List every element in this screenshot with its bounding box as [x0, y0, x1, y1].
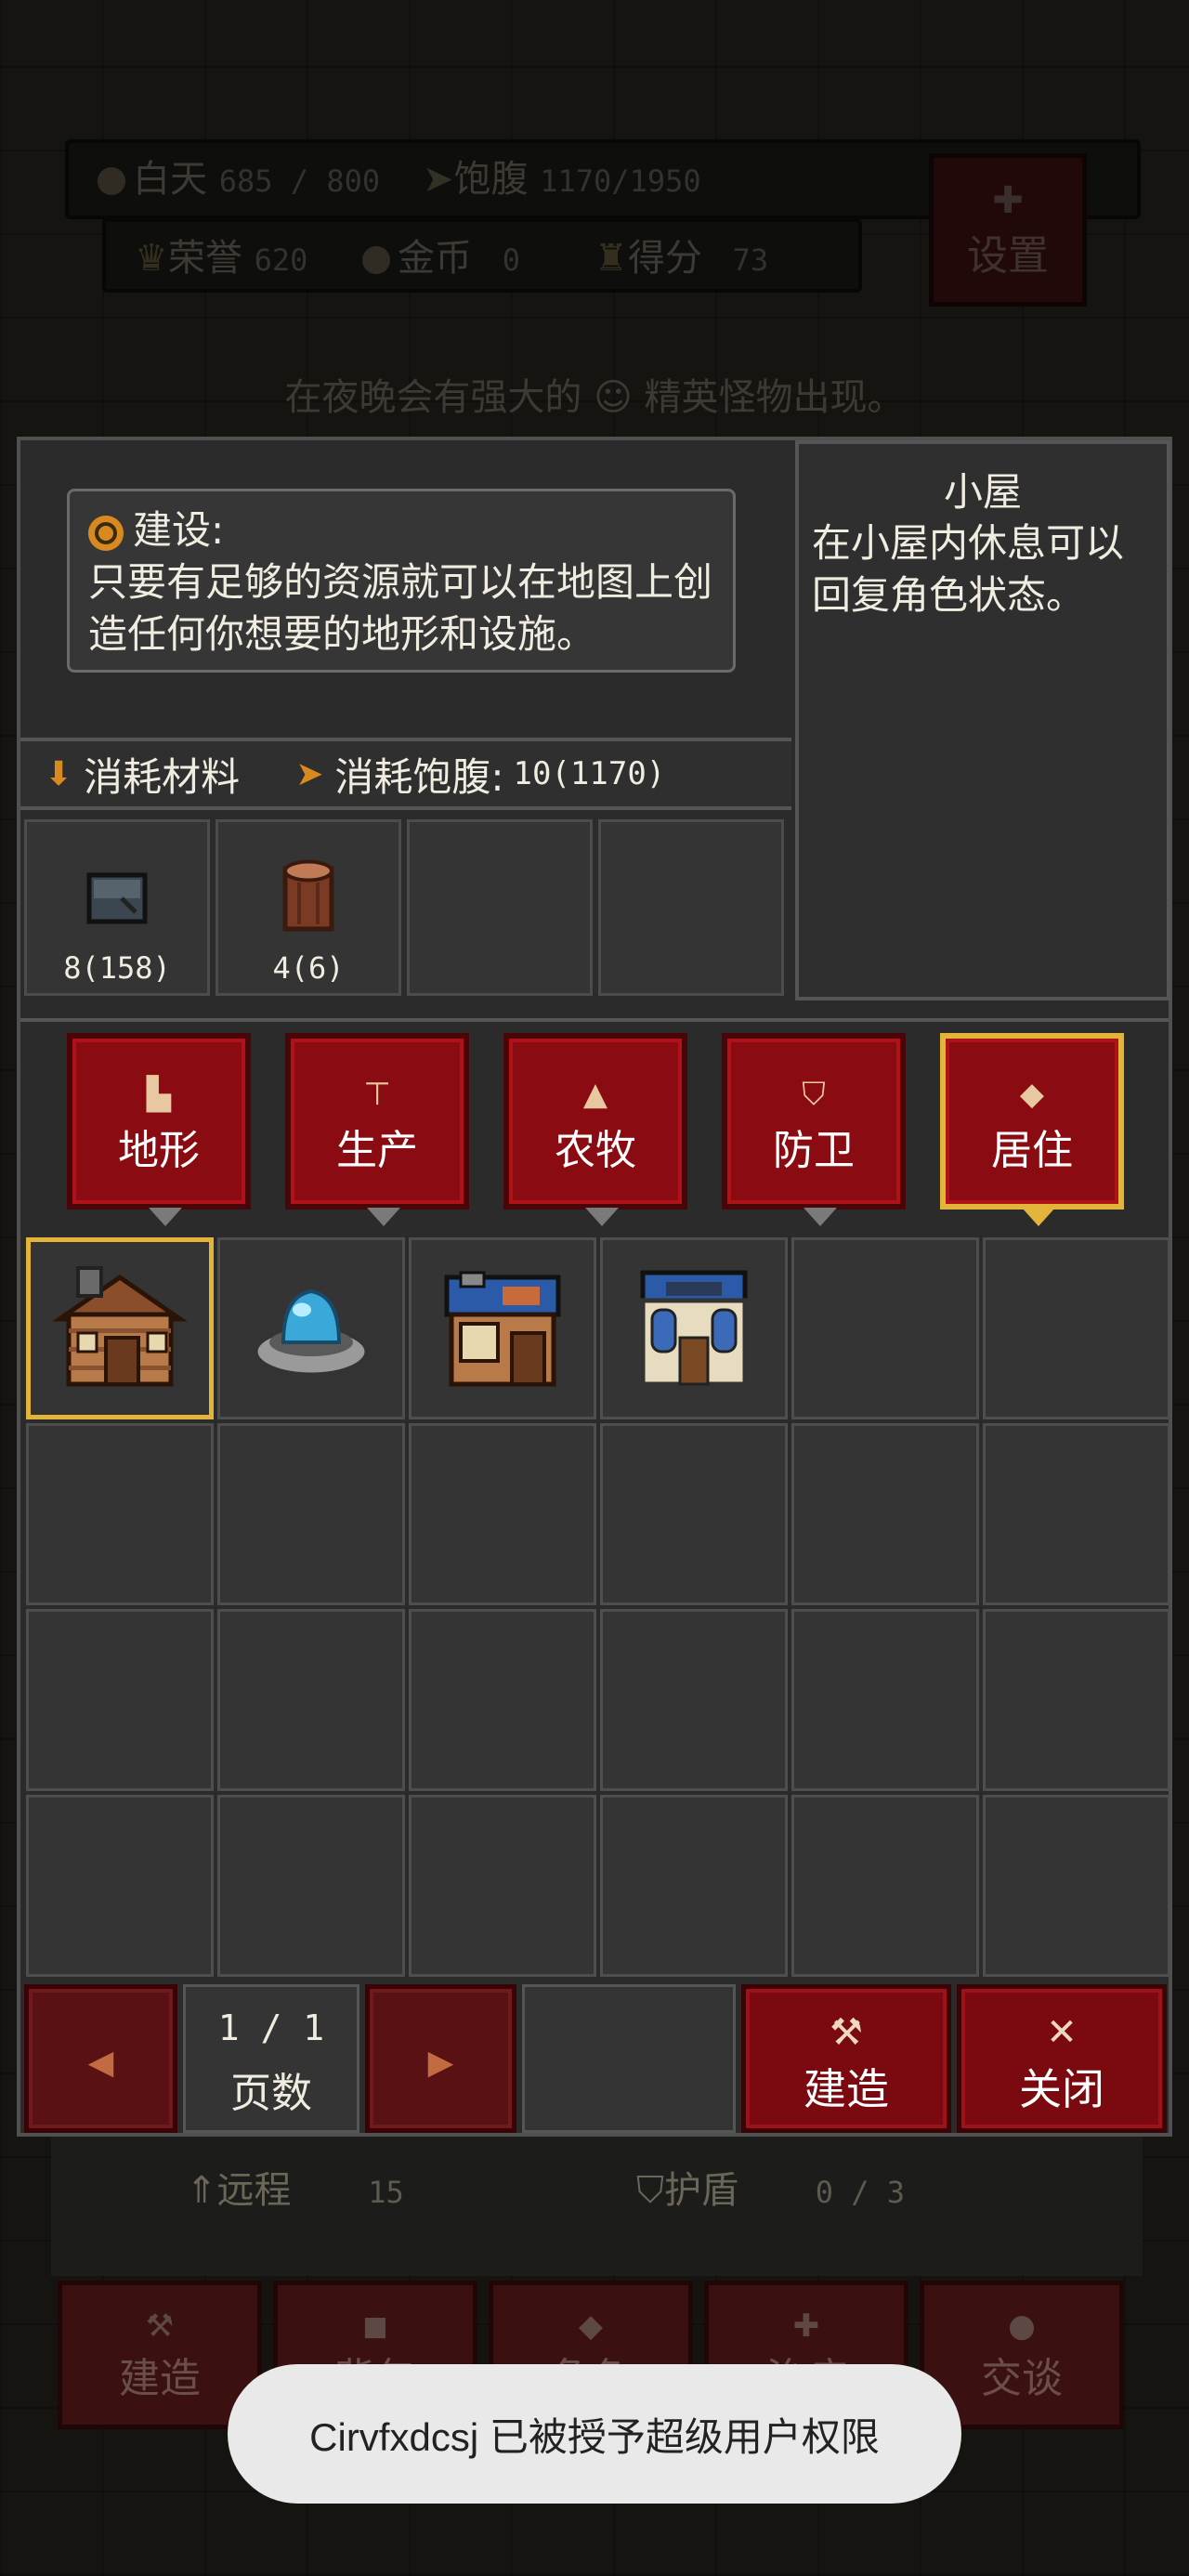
shield-small-icon: ⛉: [636, 2169, 664, 2212]
tab-production[interactable]: ⊤ 生产: [285, 1033, 469, 1226]
close-icon: ✕: [1046, 2011, 1078, 2054]
building-slot-empty[interactable]: [983, 1237, 1170, 1419]
building-slot-empty[interactable]: [791, 1795, 979, 1977]
prev-page-button[interactable]: ◀: [24, 1984, 177, 2133]
building-slot-empty[interactable]: [791, 1237, 979, 1419]
hammer-icon: ⚒: [830, 2011, 863, 2054]
chapel-icon: [640, 1270, 748, 1387]
ranged-stat: ⇑远程 15: [186, 2169, 404, 2212]
building-slot-empty[interactable]: [217, 1795, 405, 1977]
build-tip-box: 建设: 只要有足够的资源就可以在地图上创造任何你想要的地形和设施。: [67, 489, 736, 673]
category-tabs: ▙ 地形 ⊤ 生产 ▲ 农牧 ⛉ 防卫 ◆ 居住: [20, 1018, 1169, 1236]
building-slot-empty[interactable]: [409, 1609, 596, 1791]
building-grid: [26, 1237, 1170, 1981]
bg-build-button[interactable]: ⚒ 建造: [58, 2281, 262, 2429]
material-slot: [598, 819, 784, 996]
building-slot-empty[interactable]: [983, 1795, 1170, 1977]
bag-icon: ◼: [361, 2308, 389, 2345]
next-page-button[interactable]: ▶: [365, 1984, 516, 2133]
tab-terrain[interactable]: ▙ 地形: [67, 1033, 251, 1226]
tab-farming[interactable]: ▲ 农牧: [503, 1033, 687, 1226]
hunger-icon: ➤: [295, 754, 324, 793]
wood-log-icon: [282, 859, 334, 932]
tab-housing[interactable]: ◆ 居住: [940, 1033, 1124, 1226]
building-slot-empty[interactable]: [409, 1795, 596, 1977]
cost-bar: ⬇ 消耗材料 ➤ 消耗饱腹: 10(1170): [20, 738, 791, 810]
building-slot-empty[interactable]: [26, 1795, 214, 1977]
building-slot-empty[interactable]: [983, 1609, 1170, 1791]
toast-notification: Cirvfxdcsj 已被授予超级用户权限: [228, 2364, 961, 2504]
build-panel: 建设: 只要有足够的资源就可以在地图上创造任何你想要的地形和设施。 小屋 在小屋…: [17, 437, 1172, 2137]
building-slot-workshop[interactable]: [409, 1237, 596, 1419]
shield-icon: ⛉: [802, 1076, 826, 1113]
diamond-icon: ◆: [1019, 1076, 1045, 1113]
building-slot-empty[interactable]: [217, 1609, 405, 1791]
building-slot-empty[interactable]: [26, 1609, 214, 1791]
building-slot-empty[interactable]: [409, 1423, 596, 1605]
cabin-icon: [51, 1266, 189, 1387]
building-slot-cabin[interactable]: [26, 1237, 214, 1419]
speech-icon: ●: [1008, 2308, 1036, 2345]
arrow-left-icon: ◀: [87, 2044, 114, 2082]
building-description: 小屋 在小屋内休息可以回复角色状态。: [795, 440, 1170, 1000]
blue-house-icon: [444, 1271, 561, 1387]
material-slot: [407, 819, 593, 996]
building-slot-empty[interactable]: [26, 1423, 214, 1605]
stone-icon: [86, 872, 148, 924]
arrow-right-icon: ▶: [427, 2044, 454, 2082]
empty-slot: [522, 1984, 736, 2133]
building-title: 小屋: [943, 469, 1022, 515]
building-slot-empty[interactable]: [600, 1609, 788, 1791]
plus-icon: ✚: [792, 2308, 820, 2345]
building-slot-empty[interactable]: [217, 1423, 405, 1605]
page-indicator: 1 / 1 页数: [183, 1984, 359, 2133]
building-slot-chapel[interactable]: [600, 1237, 788, 1419]
tree-icon: ▲: [582, 1076, 608, 1113]
arrow-down-icon: ⬇: [45, 754, 73, 793]
ranged-icon: ⇑: [186, 2169, 217, 2212]
hammer-icon: ⚒: [145, 2308, 175, 2345]
building-slot-empty[interactable]: [600, 1795, 788, 1977]
terrain-icon: ▙: [146, 1076, 172, 1113]
building-slot-empty[interactable]: [600, 1423, 788, 1605]
fountain-icon: [253, 1288, 370, 1378]
building-description-text: 在小屋内休息可以回复角色状态。: [812, 520, 1125, 618]
material-slot: 8(158): [24, 819, 210, 996]
material-slot: 4(6): [216, 819, 401, 996]
building-slot-empty[interactable]: [791, 1609, 979, 1791]
close-button[interactable]: ✕ 关闭: [957, 1984, 1167, 2133]
building-slot-fountain[interactable]: [217, 1237, 405, 1419]
tab-defense[interactable]: ⛉ 防卫: [722, 1033, 906, 1226]
target-icon: [88, 515, 124, 551]
building-slot-empty[interactable]: [983, 1423, 1170, 1605]
build-button[interactable]: ⚒ 建造: [741, 1984, 951, 2133]
helmet-icon: ◆: [578, 2308, 604, 2345]
shield-stat: ⛉护盾 0 / 3: [636, 2169, 906, 2212]
anvil-icon: ⊤: [363, 1076, 391, 1113]
panel-controls: ◀ 1 / 1 页数 ▶ ⚒ 建造 ✕ 关闭: [20, 1984, 1169, 2133]
building-slot-empty[interactable]: [791, 1423, 979, 1605]
